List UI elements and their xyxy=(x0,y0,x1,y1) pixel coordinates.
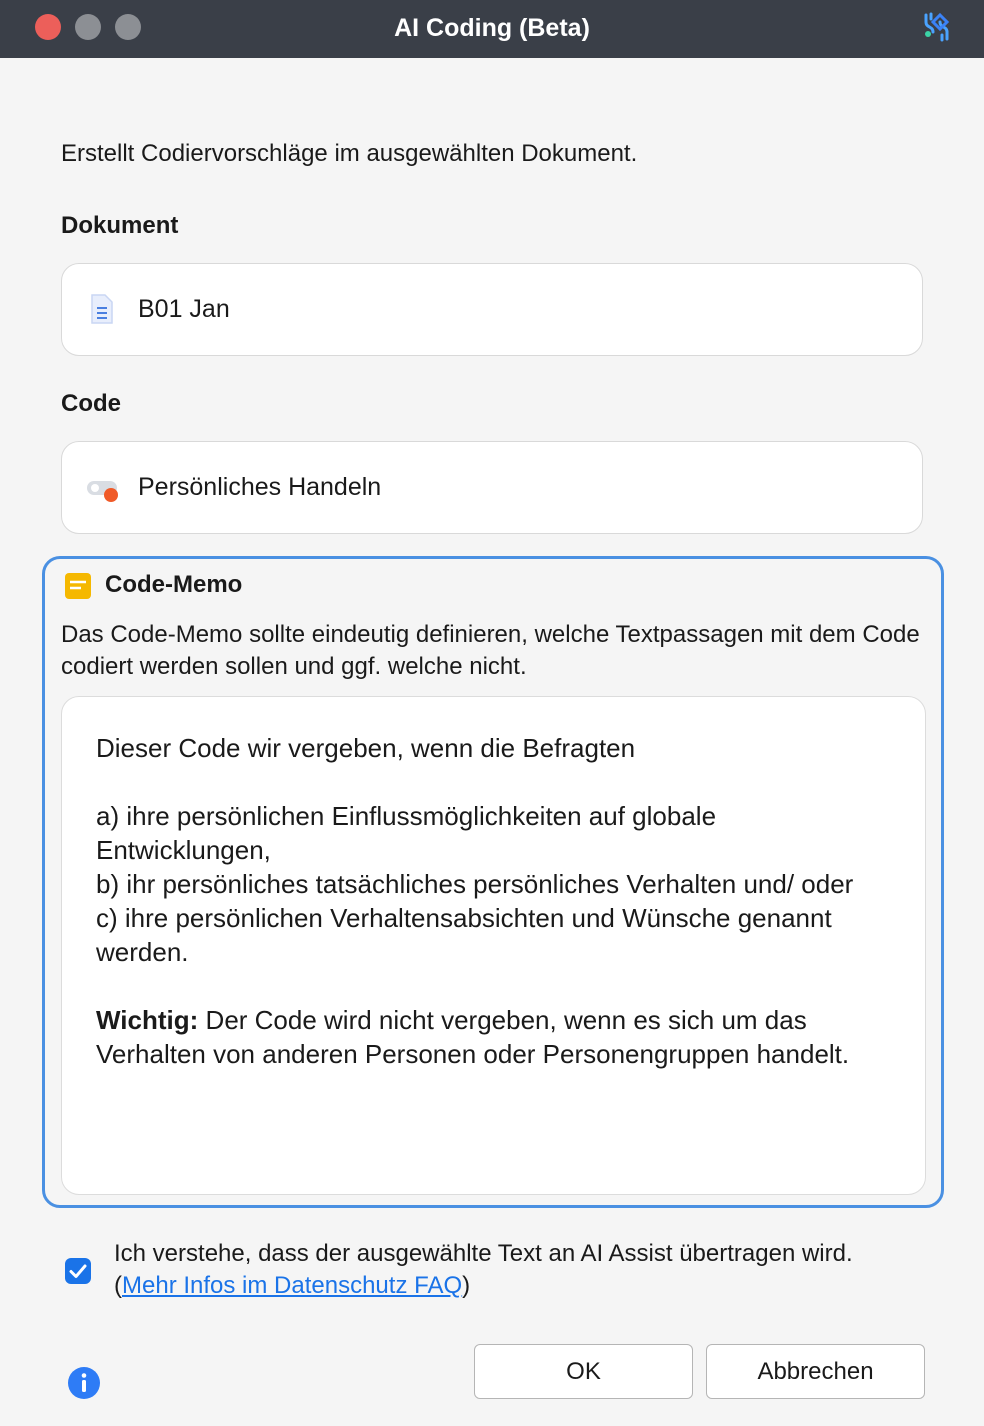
privacy-faq-link[interactable]: Mehr Infos im Datenschutz FAQ xyxy=(122,1272,462,1299)
memo-important: Wichtig: Der Code wird nicht vergeben, w… xyxy=(96,1003,895,1071)
document-label: Dokument xyxy=(61,212,179,239)
memo-title: Code-Memo xyxy=(105,571,243,598)
code-memo-panel: Code-Memo Das Code-Memo sollte eindeutig… xyxy=(42,556,944,1208)
title-bar: AI Coding (Beta) xyxy=(0,0,984,58)
memo-icon xyxy=(65,573,91,599)
memo-line: Dieser Code wir vergeben, wenn die Befra… xyxy=(96,733,636,763)
memo-hint: Das Code-Memo sollte eindeutig definiere… xyxy=(61,621,920,680)
document-field[interactable]: B01 Jan xyxy=(61,263,923,356)
checkmark-icon xyxy=(69,1264,87,1278)
code-value: Persönliches Handeln xyxy=(138,473,382,501)
memo-line: b) ihr persönliches tatsächliches persön… xyxy=(96,869,854,899)
memo-text-editor[interactable]: Dieser Code wir vergeben, wenn die Befra… xyxy=(61,696,926,1195)
code-field[interactable]: Persönliches Handeln xyxy=(61,441,923,534)
consent-checkbox[interactable] xyxy=(65,1258,91,1284)
memo-line: a) ihre persönlichen Einflussmöglichkeit… xyxy=(96,801,717,865)
code-icon xyxy=(87,481,118,502)
memo-important-label: Wichtig: xyxy=(96,1005,199,1035)
consent-suffix: ) xyxy=(462,1272,471,1299)
consent-text: Ich verstehe, dass der ausgewählte Text … xyxy=(114,1238,914,1302)
cancel-button[interactable]: Abbrechen xyxy=(706,1344,925,1399)
memo-line: c) ihre persönlichen Verhaltensabsichten… xyxy=(96,903,832,967)
ai-assist-logo-icon[interactable] xyxy=(920,10,954,44)
ok-button[interactable]: OK xyxy=(474,1344,693,1399)
code-label: Code xyxy=(61,390,121,417)
text-document-icon xyxy=(91,294,113,324)
memo-important-text: Der Code wird nicht vergeben, wenn es si… xyxy=(96,1005,850,1069)
window-title: AI Coding (Beta) xyxy=(394,14,590,42)
document-value: B01 Jan xyxy=(138,295,230,323)
intro-text: Erstellt Codiervorschläge im ausgewählte… xyxy=(61,140,638,167)
info-icon[interactable] xyxy=(67,1366,101,1400)
